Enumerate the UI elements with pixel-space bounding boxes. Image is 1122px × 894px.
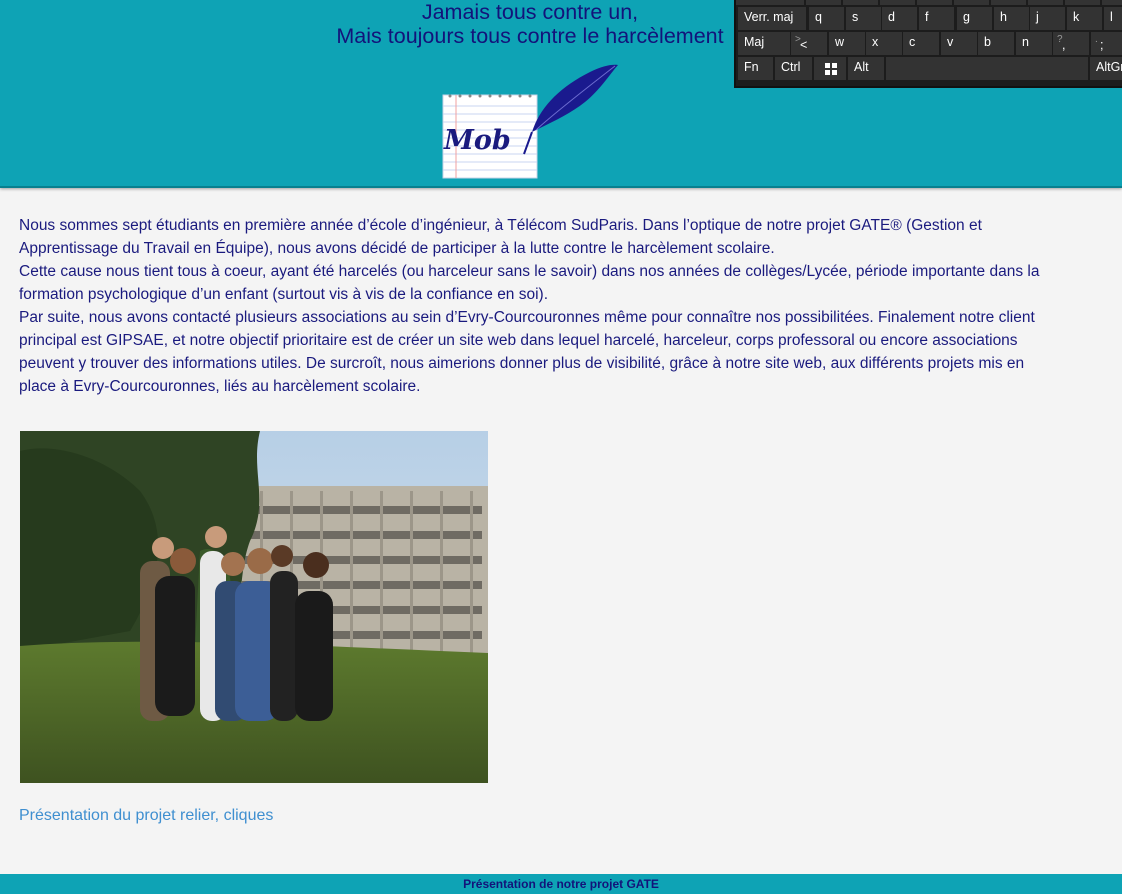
key-label: h xyxy=(1000,10,1007,24)
key-label: ; xyxy=(1100,38,1104,52)
key-j[interactable]: j xyxy=(1030,7,1065,30)
key-alt[interactable]: Alt xyxy=(848,57,884,80)
intro-paragraph: Nous sommes sept étudiants en première a… xyxy=(19,217,982,257)
key-f[interactable]: f xyxy=(919,7,954,30)
key-label: < xyxy=(800,38,808,52)
key-label: s xyxy=(852,10,859,24)
key-label: k xyxy=(1073,10,1080,24)
key-label: d xyxy=(888,10,895,24)
key-label: AltGr xyxy=(1096,60,1122,74)
motivation-paragraph: Cette cause nous tient tous à coeur, aya… xyxy=(19,263,1040,303)
key-label: q xyxy=(815,10,822,24)
key-g[interactable]: g xyxy=(957,7,992,30)
key-label: l xyxy=(1110,10,1113,24)
key-label: Maj xyxy=(744,35,765,49)
key-partial[interactable] xyxy=(843,0,878,5)
on-screen-keyboard: Verr. maj q s d f g h j k l Maj > < w x c v b n?,.; Fn Ctrl A… xyxy=(734,0,1122,88)
key-label: b xyxy=(984,35,991,49)
partners-paragraph: Par suite, nous avons contacté plusieurs… xyxy=(19,309,1035,395)
key--[interactable]: > < xyxy=(791,32,827,55)
key-label: w xyxy=(835,35,845,49)
key-x[interactable]: x xyxy=(866,32,902,55)
key-partial[interactable] xyxy=(1028,0,1063,5)
key-label: n xyxy=(1022,35,1029,49)
key-q[interactable]: q xyxy=(809,7,844,30)
key-label: , xyxy=(1062,38,1066,52)
key-v[interactable]: v xyxy=(941,32,977,55)
key-altgr[interactable]: AltGr xyxy=(1090,57,1122,80)
key-label: Fn xyxy=(744,60,759,74)
key-n[interactable]: n xyxy=(1016,32,1052,55)
key-partial[interactable] xyxy=(1102,0,1122,5)
key-partial[interactable] xyxy=(954,0,989,5)
windows-icon xyxy=(825,63,837,75)
key-partial[interactable] xyxy=(806,0,841,5)
key-h[interactable]: h xyxy=(994,7,1029,30)
key-space[interactable] xyxy=(886,57,1088,80)
key-c[interactable]: c xyxy=(903,32,939,55)
key-partial[interactable] xyxy=(991,0,1026,5)
slogan-line-1: Jamais tous contre un, xyxy=(421,0,639,24)
project-presentation-link[interactable]: Présentation du projet relier, cliques xyxy=(19,807,273,825)
key-verr-maj[interactable]: Verr. maj xyxy=(738,7,806,30)
key-partial[interactable] xyxy=(736,0,804,5)
key-ctrl[interactable]: Ctrl xyxy=(775,57,812,80)
key-w[interactable]: w xyxy=(829,32,865,55)
key-label: Ctrl xyxy=(781,60,801,74)
site-footer: Présentation de notre projet GATE xyxy=(0,874,1122,894)
key-label: Alt xyxy=(854,60,869,74)
key--[interactable]: .; xyxy=(1091,32,1122,55)
key-l[interactable]: l xyxy=(1104,7,1122,30)
main-content: Nous sommes sept étudiants en première a… xyxy=(19,214,1059,398)
key-label: g xyxy=(963,10,970,24)
key-b[interactable]: b xyxy=(978,32,1014,55)
key-label: v xyxy=(947,35,954,49)
key-partial[interactable] xyxy=(917,0,952,5)
key-partial[interactable] xyxy=(880,0,915,5)
key-s[interactable]: s xyxy=(846,7,881,30)
key-label: f xyxy=(925,10,929,24)
key-label: c xyxy=(909,35,916,49)
key-k[interactable]: k xyxy=(1067,7,1102,30)
key-sub-label: . xyxy=(1095,34,1098,45)
key-label: j xyxy=(1036,10,1039,24)
slogan-line-2: Mais toujours tous contre le harcèlement xyxy=(336,24,724,48)
team-photo xyxy=(20,431,488,783)
logo-text: Mob xyxy=(443,125,511,156)
key-maj[interactable]: Maj xyxy=(738,32,790,55)
key--[interactable]: ?, xyxy=(1053,32,1089,55)
key-d[interactable]: d xyxy=(882,7,917,30)
key-label: x xyxy=(872,35,879,49)
key-windows[interactable] xyxy=(814,57,846,80)
footer-text: Présentation de notre projet GATE xyxy=(463,877,659,891)
mob-logo: Mob xyxy=(442,64,618,179)
key-fn[interactable]: Fn xyxy=(738,57,773,80)
slogan: Jamais tous contre un, Mais toujours tou… xyxy=(280,0,780,48)
key-partial[interactable] xyxy=(1065,0,1100,5)
key-label: Verr. maj xyxy=(744,10,794,24)
